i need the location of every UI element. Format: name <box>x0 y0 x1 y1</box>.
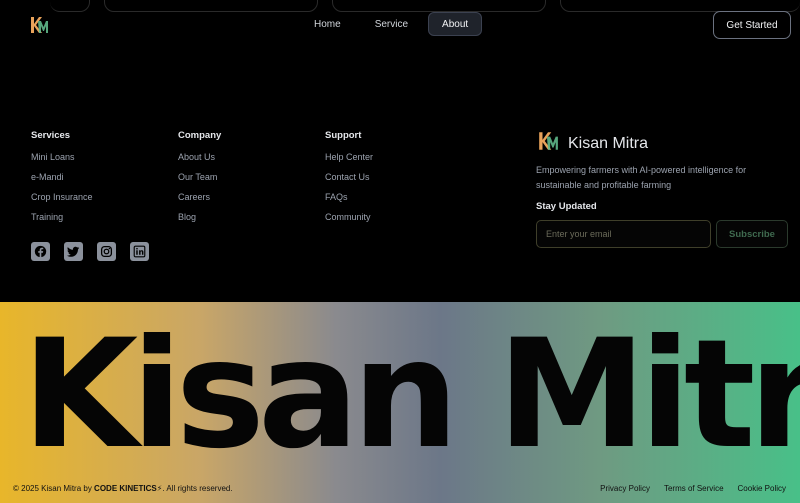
social-links <box>31 242 149 261</box>
footer-link-help-center[interactable]: Help Center <box>325 153 373 162</box>
footer-link-e-mandi[interactable]: e-Mandi <box>31 173 93 182</box>
footer-column-company: Company About Us Our Team Careers Blog <box>178 130 221 233</box>
subscribe-button[interactable]: Subscribe <box>716 220 788 248</box>
footer-link-contact-us[interactable]: Contact Us <box>325 173 373 182</box>
footer-column-support: Support Help Center Contact Us FAQs Comm… <box>325 130 373 233</box>
nav-about[interactable]: About <box>428 12 483 36</box>
copyright-prefix: © 2025 Kisan Mitra by <box>13 484 95 493</box>
footer-link-training[interactable]: Training <box>31 213 93 222</box>
footer-link-blog[interactable]: Blog <box>178 213 221 222</box>
newsletter-title: Stay Updated <box>536 201 597 212</box>
column-title: Company <box>178 130 222 141</box>
footer-link-careers[interactable]: Careers <box>178 193 221 202</box>
company-name[interactable]: CODE KINETICS <box>94 484 157 493</box>
top-card-outline <box>332 0 546 12</box>
main-nav: Home Service About <box>300 12 483 36</box>
newsletter-form: Subscribe <box>536 220 788 248</box>
email-input[interactable] <box>536 220 711 248</box>
legal-links: Privacy Policy Terms of Service Cookie P… <box>600 484 786 493</box>
top-card-outline <box>50 0 90 12</box>
copyright-text: © 2025 Kisan Mitra by CODE KINETICS⚡. Al… <box>13 484 233 493</box>
column-title: Support <box>325 130 362 141</box>
footer-link-faqs[interactable]: FAQs <box>325 193 373 202</box>
logo-icon <box>536 130 560 157</box>
footer-brand: Kisan Mitra Empowering farmers with AI-p… <box>536 130 788 248</box>
nav-service[interactable]: Service <box>361 12 422 36</box>
footer-link-community[interactable]: Community <box>325 213 373 222</box>
footer-link-mini-loans[interactable]: Mini Loans <box>31 153 93 162</box>
instagram-icon[interactable] <box>97 242 116 261</box>
facebook-icon[interactable] <box>31 242 50 261</box>
brand-row: Kisan Mitra <box>536 130 788 157</box>
column-title: Services <box>31 130 71 141</box>
footer-link-about-us[interactable]: About Us <box>178 153 221 162</box>
top-card-outline <box>104 0 318 12</box>
footer-hero-band: Kisan Mitra © 2025 Kisan Mitra by CODE K… <box>0 302 800 503</box>
terms-of-service-link[interactable]: Terms of Service <box>664 484 724 493</box>
footer-column-services: Services Mini Loans e-Mandi Crop Insuran… <box>31 130 93 233</box>
footer-link-crop-insurance[interactable]: Crop Insurance <box>31 193 93 202</box>
get-started-button[interactable]: Get Started <box>713 11 791 39</box>
privacy-policy-link[interactable]: Privacy Policy <box>600 484 650 493</box>
twitter-icon[interactable] <box>64 242 83 261</box>
logo-icon[interactable] <box>29 15 49 35</box>
brand-tagline: Empowering farmers with AI-powered intel… <box>536 165 747 190</box>
linkedin-icon[interactable] <box>130 242 149 261</box>
copyright-suffix: . All rights reserved. <box>162 484 233 493</box>
big-brand-title: Kisan Mitra <box>22 308 800 482</box>
footer-link-our-team[interactable]: Our Team <box>178 173 221 182</box>
cookie-policy-link[interactable]: Cookie Policy <box>738 484 786 493</box>
nav-home[interactable]: Home <box>300 12 355 36</box>
brand-name: Kisan Mitra <box>568 134 649 152</box>
